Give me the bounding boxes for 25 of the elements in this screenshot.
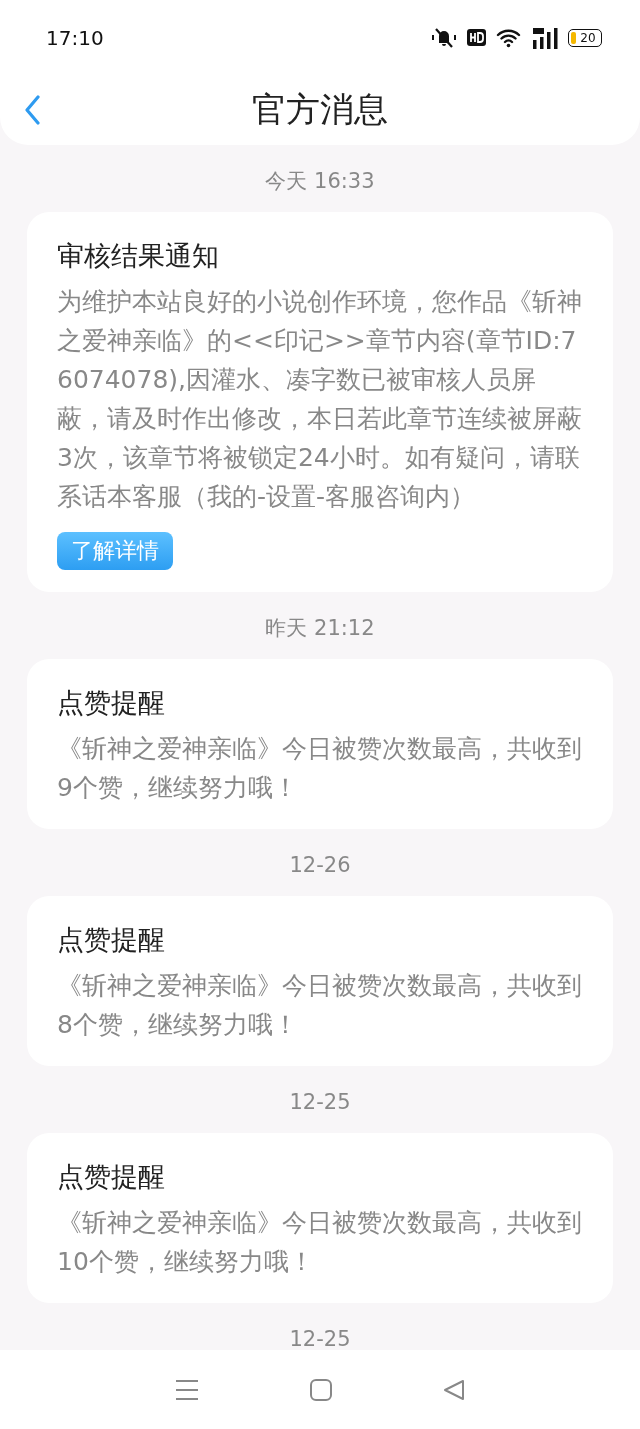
message-title: 点赞提醒: [57, 1160, 166, 1194]
back-nav-icon[interactable]: [442, 1378, 465, 1401]
status-time: 17:10: [46, 25, 104, 50]
signal-icon: [532, 26, 558, 49]
hd-icon: [467, 29, 486, 46]
menu-icon[interactable]: [175, 1378, 200, 1401]
home-icon[interactable]: [310, 1378, 332, 1401]
message-text: 《斩神之爱神亲临》今日被赞次数最高，共收到9个赞，继续努力哦！: [57, 733, 583, 804]
message-text: 为维护本站良好的小说创作环境，您作品《斩神之爱神亲临》的<<印记>>章节内容(章节ID:76074078),因灌水、凑字数已被审核人员屏蔽，请及时作出修改，本日若此章节连续被屏蔽3次，该章节将被锁定24小时。如有疑问，请联系话本客服（我的-设置-客服咨询内）: [57, 286, 583, 513]
battery-icon: 20: [568, 28, 602, 47]
message-time: 12-25: [289, 1326, 351, 1350]
message-time: 昨天 21:12: [265, 615, 375, 642]
message-time: 今天 16:33: [265, 168, 375, 195]
wifi-icon: [496, 27, 522, 48]
message-text: 《斩神之爱神亲临》今日被赞次数最高，共收到10个赞，继续努力哦！: [57, 1207, 583, 1278]
message-title: 点赞提醒: [57, 923, 166, 957]
message-title: 点赞提醒: [57, 686, 166, 720]
message-title: 审核结果通知: [57, 239, 220, 273]
message-text: 《斩神之爱神亲临》今日被赞次数最高，共收到8个赞，继续努力哦！: [57, 970, 583, 1041]
message-time: 12-25: [289, 1089, 351, 1116]
message-time: 12-26: [289, 852, 351, 879]
page-title: 官方消息: [252, 88, 388, 131]
details-button[interactable]: 了解详情: [57, 532, 173, 570]
back-icon: [24, 95, 40, 125]
muted-bell-icon: [431, 26, 457, 49]
